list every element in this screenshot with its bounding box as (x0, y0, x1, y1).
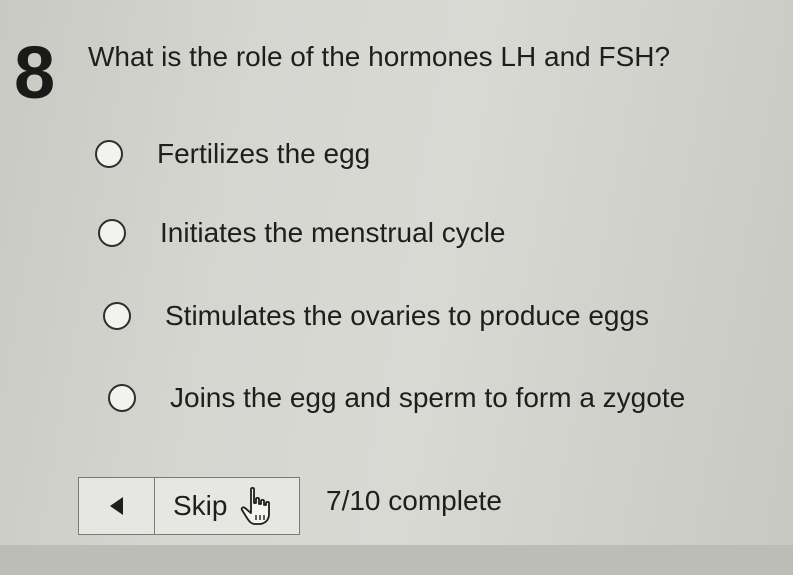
radio-button[interactable] (98, 219, 126, 247)
left-triangle-icon (110, 497, 123, 515)
back-button[interactable] (79, 478, 155, 534)
skip-label: Skip (173, 490, 228, 521)
radio-button[interactable] (108, 384, 136, 412)
answer-option-initiates-cycle[interactable]: Initiates the menstrual cycle (98, 219, 506, 247)
radio-button[interactable] (103, 302, 131, 330)
option-label: Stimulates the ovaries to produce eggs (165, 300, 650, 331)
radio-button[interactable] (95, 140, 123, 168)
option-label: Fertilizes the egg (157, 138, 371, 169)
option-label: Initiates the menstrual cycle (160, 217, 506, 248)
skip-button[interactable]: Skip (155, 478, 299, 534)
option-label: Joins the egg and sperm to form a zygote (170, 382, 686, 413)
question-text: What is the role of the hormones LH and … (88, 41, 671, 72)
question-number: 8 (14, 31, 56, 114)
hand-pointer-icon (240, 486, 270, 525)
answer-option-joins-egg-sperm[interactable]: Joins the egg and sperm to form a zygote (108, 384, 685, 412)
answer-option-fertilizes-egg[interactable]: Fertilizes the egg (95, 140, 370, 168)
progress-status: 7/10 complete (326, 485, 502, 516)
navigation-controls: Skip (78, 477, 300, 535)
bottom-bar (0, 545, 793, 575)
answer-option-stimulates-ovaries[interactable]: Stimulates the ovaries to produce eggs (103, 302, 649, 330)
